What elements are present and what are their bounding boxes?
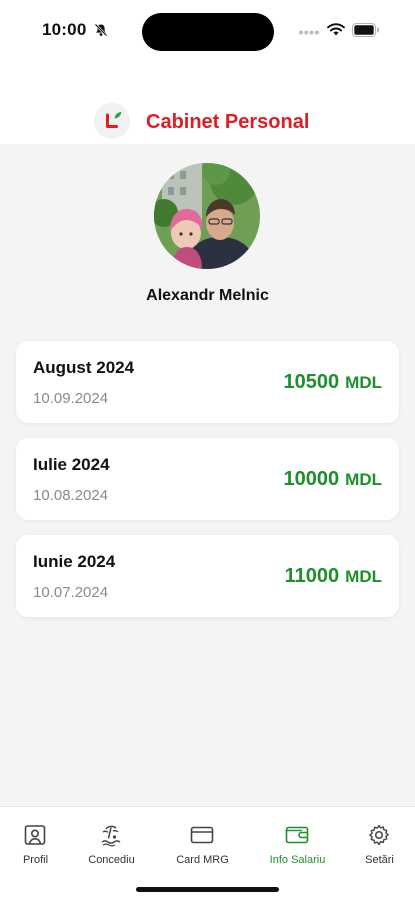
dynamic-island: [142, 13, 274, 51]
page-title: Cabinet Personal: [146, 111, 310, 133]
logo-mark-icon: [106, 111, 122, 128]
tab-setari[interactable]: Setări: [338, 807, 415, 877]
tab-label: Profil: [22, 854, 49, 866]
salary-card[interactable]: August 2024 10.09.2024 10500 MDL: [16, 341, 399, 423]
gear-icon: [369, 824, 389, 846]
tab-label: Setări: [365, 854, 394, 866]
salary-month: Iunie 2024: [33, 552, 116, 571]
profile-name: Alexandr Melnic: [146, 287, 269, 304]
home-indicator: [136, 887, 279, 892]
salary-amount-value: 10500: [283, 371, 340, 393]
status-bar: 10:00: [0, 0, 415, 64]
salary-amount-value: 11000: [284, 565, 340, 587]
status-time: 10:00: [42, 20, 87, 39]
beach-icon: [101, 825, 121, 847]
wifi-icon: [327, 23, 345, 36]
salary-date: 10.07.2024: [33, 584, 109, 601]
tab-label: Concediu: [88, 854, 135, 866]
salary-month: August 2024: [33, 358, 135, 377]
tab-label: Info Salariu: [269, 854, 326, 866]
tab-concediu[interactable]: Concediu: [70, 807, 153, 877]
salary-date: 10.08.2024: [33, 487, 109, 504]
salary-amount-value: 10000: [283, 468, 340, 490]
tab-card-mrg[interactable]: Card MRG: [161, 807, 244, 877]
tab-label: Card MRG: [176, 854, 229, 866]
salary-currency: MDL: [345, 567, 382, 586]
salary-card[interactable]: Iunie 2024 10.07.2024 11000 MDL: [16, 535, 399, 617]
salary-amount: 11000 MDL: [285, 565, 382, 588]
profile-icon: [24, 825, 46, 845]
avatar: [154, 163, 260, 269]
card-icon: [190, 826, 214, 844]
app-header: Cabinet Personal: [0, 64, 415, 144]
bell-slash-icon: [94, 23, 108, 37]
wallet-icon: [285, 826, 309, 844]
tab-info-salariu[interactable]: Info Salariu: [256, 807, 339, 877]
battery-icon: [352, 23, 379, 37]
salary-currency: MDL: [345, 470, 382, 489]
salary-amount: 10500 MDL: [284, 371, 382, 394]
salary-amount: 10000 MDL: [284, 468, 382, 491]
salary-date: 10.09.2024: [33, 390, 109, 407]
tab-bar: Profil Concediu Card MRG Info Salariu Se…: [0, 806, 415, 901]
salary-month: Iulie 2024: [33, 455, 110, 474]
salary-card[interactable]: Iulie 2024 10.08.2024 10000 MDL: [16, 438, 399, 520]
salary-currency: MDL: [345, 373, 382, 392]
tab-profil[interactable]: Profil: [0, 807, 77, 877]
signal-icon: [299, 30, 319, 35]
app-logo: [94, 103, 130, 139]
